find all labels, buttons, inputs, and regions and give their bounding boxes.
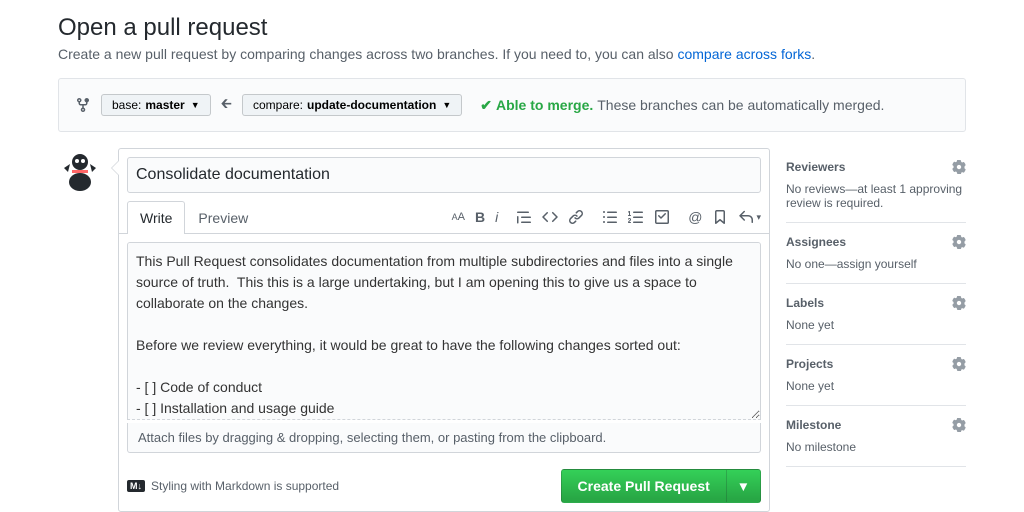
gear-icon[interactable] — [952, 418, 966, 435]
pr-body-textarea[interactable] — [127, 242, 761, 420]
gear-icon[interactable] — [952, 160, 966, 177]
markdown-hint[interactable]: M↓ Styling with Markdown is supported — [127, 479, 339, 493]
number-list-icon[interactable] — [628, 209, 644, 225]
pr-title-input[interactable] — [127, 157, 761, 193]
attach-hint[interactable]: Attach files by dragging & dropping, sel… — [127, 423, 761, 453]
gear-icon[interactable] — [952, 357, 966, 374]
sidebar: Reviewers No reviews—at least 1 approvin… — [786, 148, 966, 512]
task-list-icon[interactable] — [654, 209, 670, 225]
user-avatar — [58, 148, 102, 192]
bullet-list-icon[interactable] — [602, 209, 618, 225]
projects-title[interactable]: Projects — [786, 357, 966, 371]
page-title: Open a pull request — [58, 14, 966, 42]
gear-icon[interactable] — [952, 235, 966, 252]
italic-icon[interactable]: i — [495, 209, 498, 225]
reviewers-body: No reviews—at least 1 approving review i… — [786, 182, 966, 210]
text-size-icon[interactable]: AA — [452, 211, 465, 223]
formatting-toolbar: AA B i @ — [452, 209, 761, 225]
assign-yourself-link[interactable]: assign yourself — [837, 257, 917, 271]
branch-compare-bar: base: master▼ 🡰 compare: update-document… — [58, 78, 966, 132]
gear-icon[interactable] — [952, 296, 966, 313]
bold-icon[interactable]: B — [475, 209, 485, 225]
compare-forks-link[interactable]: compare across forks — [677, 46, 811, 62]
base-branch-button[interactable]: base: master▼ — [101, 94, 211, 116]
compare-branch-button[interactable]: compare: update-documentation▼ — [242, 94, 462, 116]
quote-icon[interactable] — [516, 209, 532, 225]
reply-icon[interactable]: ▾ — [738, 209, 761, 225]
bookmark-icon[interactable] — [712, 209, 728, 225]
assignees-body: No one—assign yourself — [786, 257, 966, 271]
comment-box: Write Preview AA B i — [118, 148, 770, 512]
merge-status: ✔ Able to merge. These branches can be a… — [480, 97, 884, 114]
link-icon[interactable] — [568, 209, 584, 225]
tab-write[interactable]: Write — [127, 201, 185, 234]
compare-icon — [75, 97, 91, 113]
code-icon[interactable] — [542, 209, 558, 225]
labels-title[interactable]: Labels — [786, 296, 966, 310]
reviewers-title[interactable]: Reviewers — [786, 160, 966, 174]
tab-preview[interactable]: Preview — [185, 201, 261, 234]
milestone-title[interactable]: Milestone — [786, 418, 966, 432]
milestone-body: No milestone — [786, 440, 966, 454]
page-subtitle: Create a new pull request by comparing c… — [58, 46, 966, 62]
projects-body: None yet — [786, 379, 966, 393]
arrow-left-icon: 🡰 — [221, 93, 232, 117]
labels-body: None yet — [786, 318, 966, 332]
create-pr-caret[interactable]: ▼ — [727, 469, 761, 503]
assignees-title[interactable]: Assignees — [786, 235, 966, 249]
mention-icon[interactable]: @ — [688, 209, 702, 225]
check-icon: ✔ — [480, 97, 492, 114]
create-pr-button[interactable]: Create Pull Request — [561, 469, 727, 503]
